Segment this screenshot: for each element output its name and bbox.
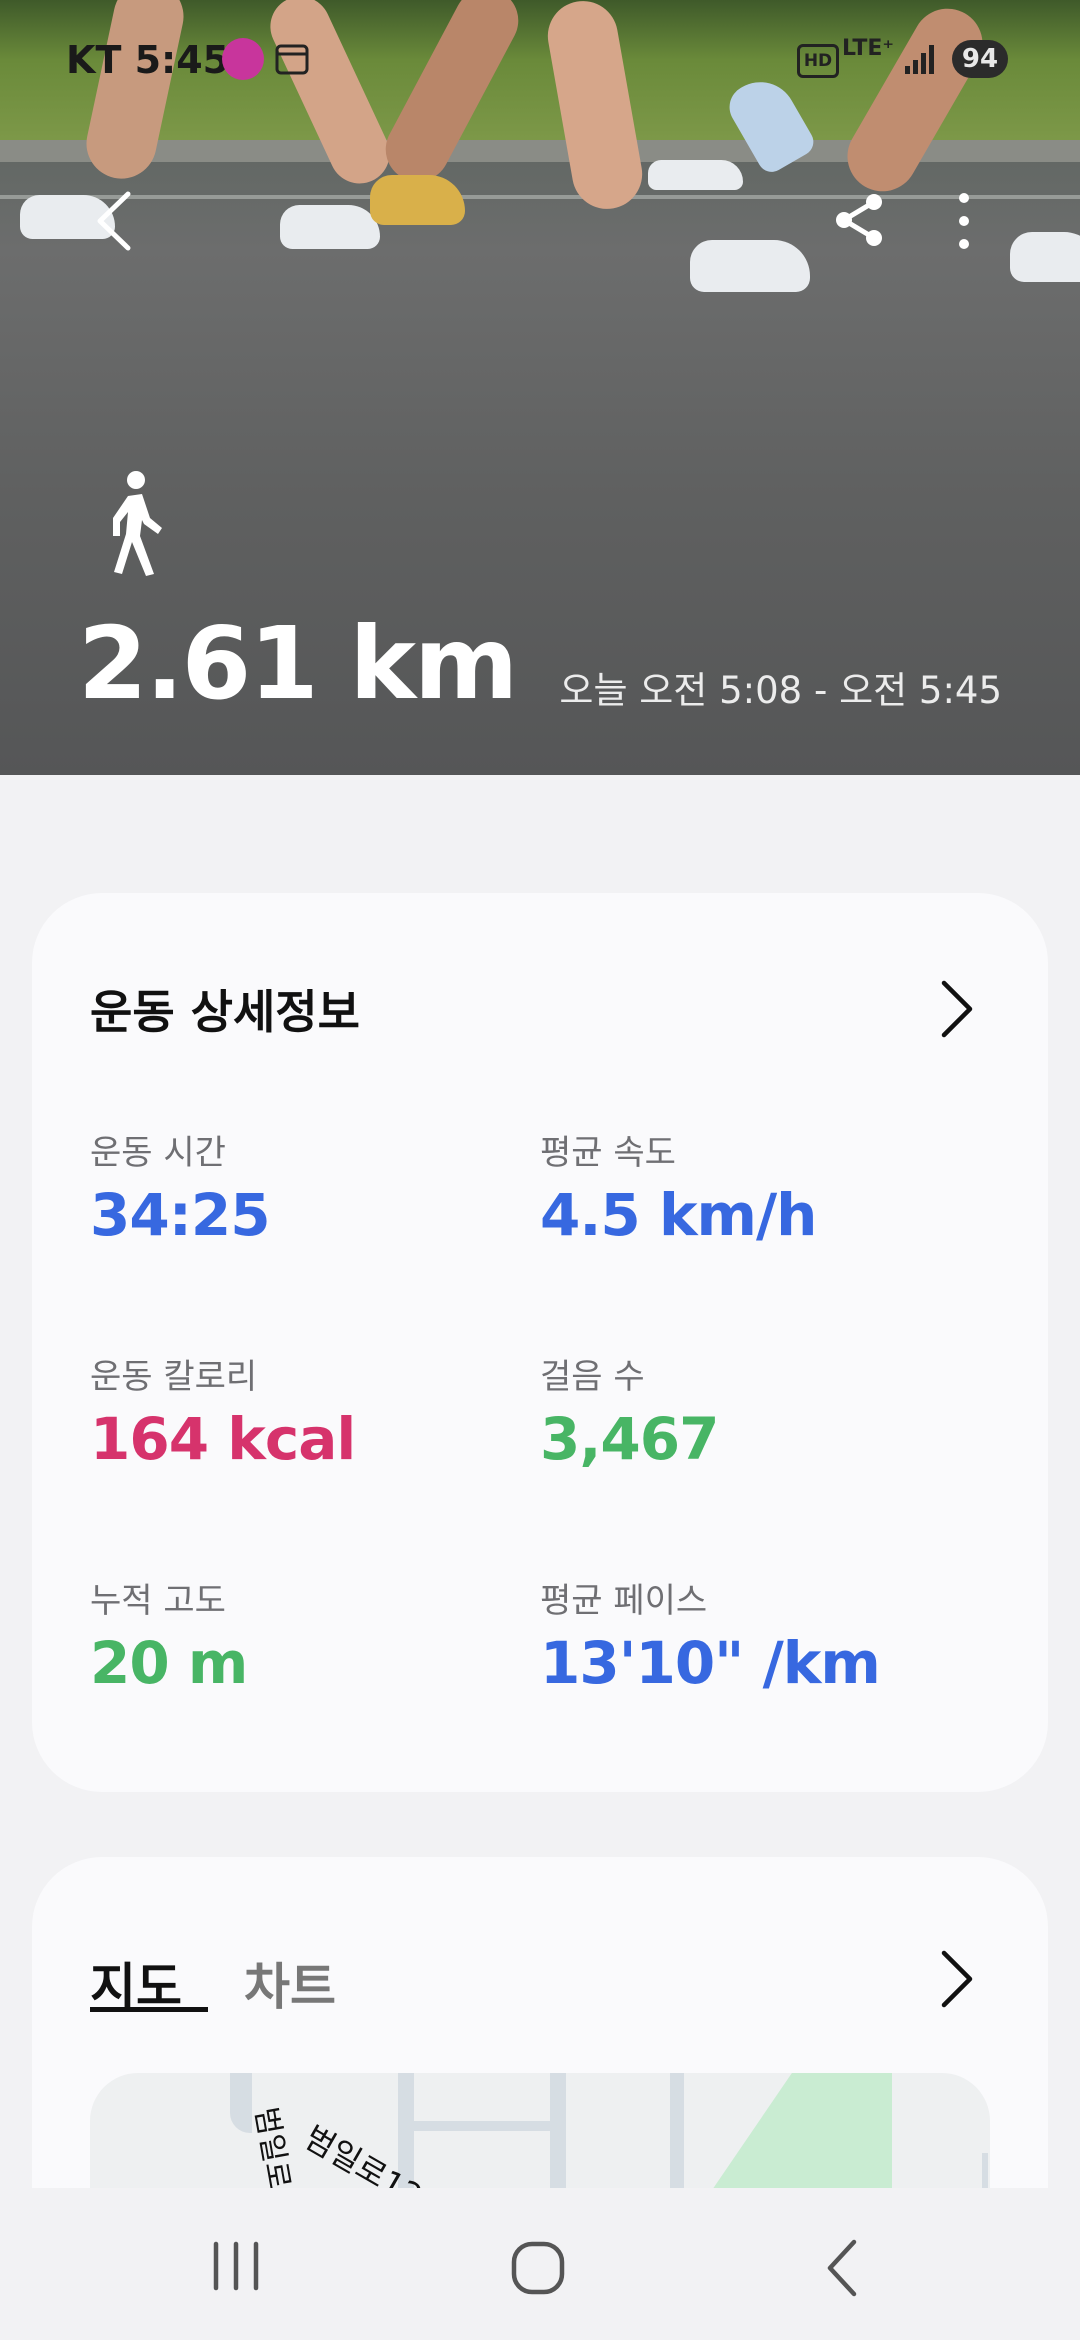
metric-label-elevation: 누적 고도 (90, 1581, 226, 1621)
status-bar: KT 5:45 HD LTE⁺ 94 (0, 0, 1080, 118)
distance-value: 2.61 km (78, 605, 518, 722)
network-type-label: LTE⁺ (842, 36, 895, 61)
map-road (670, 2073, 684, 2193)
map-road (550, 2073, 566, 2193)
workout-details-card: 운동 상세정보 운동 시간 34:25 평균 속도 4.5 km/h 운동 칼로… (32, 893, 1048, 1792)
runner-shoe (648, 160, 743, 190)
hero-background-road-line (0, 195, 1080, 199)
tab-map-active-indicator (90, 2007, 208, 2012)
map-park-area (710, 2073, 892, 2193)
metric-value-elevation: 20 m (90, 1629, 248, 1697)
metric-label-avg-pace: 평균 페이스 (540, 1581, 708, 1621)
runner-shoe (690, 240, 810, 292)
nav-back-icon[interactable] (822, 2238, 862, 2298)
map-road (982, 2153, 988, 2193)
metric-value-steps: 3,467 (540, 1405, 719, 1473)
share-icon[interactable] (830, 190, 890, 250)
hd-voice-icon: HD (797, 44, 839, 78)
battery-indicator: 94 (952, 40, 1008, 78)
hero-image: KT 5:45 HD LTE⁺ 94 2.61 km 오늘 오전 5:08 - … (0, 0, 1080, 775)
metric-label-avg-speed: 평균 속도 (540, 1133, 676, 1173)
metric-value-calories: 164 kcal (90, 1405, 356, 1473)
map-road (398, 2121, 558, 2131)
runner-shoe (280, 205, 380, 249)
chevron-right-icon[interactable] (936, 1947, 976, 2011)
back-chevron-icon[interactable] (86, 186, 146, 256)
home-icon[interactable] (510, 2240, 566, 2296)
system-navigation-bar (0, 2188, 1080, 2340)
status-carrier-time: KT 5:45 (66, 38, 230, 82)
more-vertical-icon[interactable] (946, 188, 982, 254)
metric-value-avg-speed: 4.5 km/h (540, 1181, 817, 1249)
runner-shoe (1010, 232, 1080, 282)
metric-value-avg-pace: 13'10" /km (540, 1629, 881, 1697)
metric-value-duration: 34:25 (90, 1181, 271, 1249)
time-range: 오늘 오전 5:08 - 오전 5:45 (559, 669, 1002, 712)
details-title: 운동 상세정보 (90, 985, 360, 1039)
walking-person-icon (113, 471, 162, 576)
metric-label-steps: 걸음 수 (540, 1357, 645, 1397)
calendar-icon (275, 44, 309, 75)
runner-shoe (370, 175, 465, 225)
map-street-label: 범일로 (247, 2104, 297, 2193)
chevron-right-icon[interactable] (936, 977, 976, 1041)
metric-label-duration: 운동 시간 (90, 1133, 226, 1173)
signal-bars-icon (905, 45, 934, 74)
metric-label-calories: 운동 칼로리 (90, 1357, 258, 1397)
tab-chart[interactable]: 차트 (244, 1947, 336, 2019)
recents-icon[interactable] (210, 2240, 262, 2292)
busan-is-good-badge-icon (222, 38, 264, 80)
